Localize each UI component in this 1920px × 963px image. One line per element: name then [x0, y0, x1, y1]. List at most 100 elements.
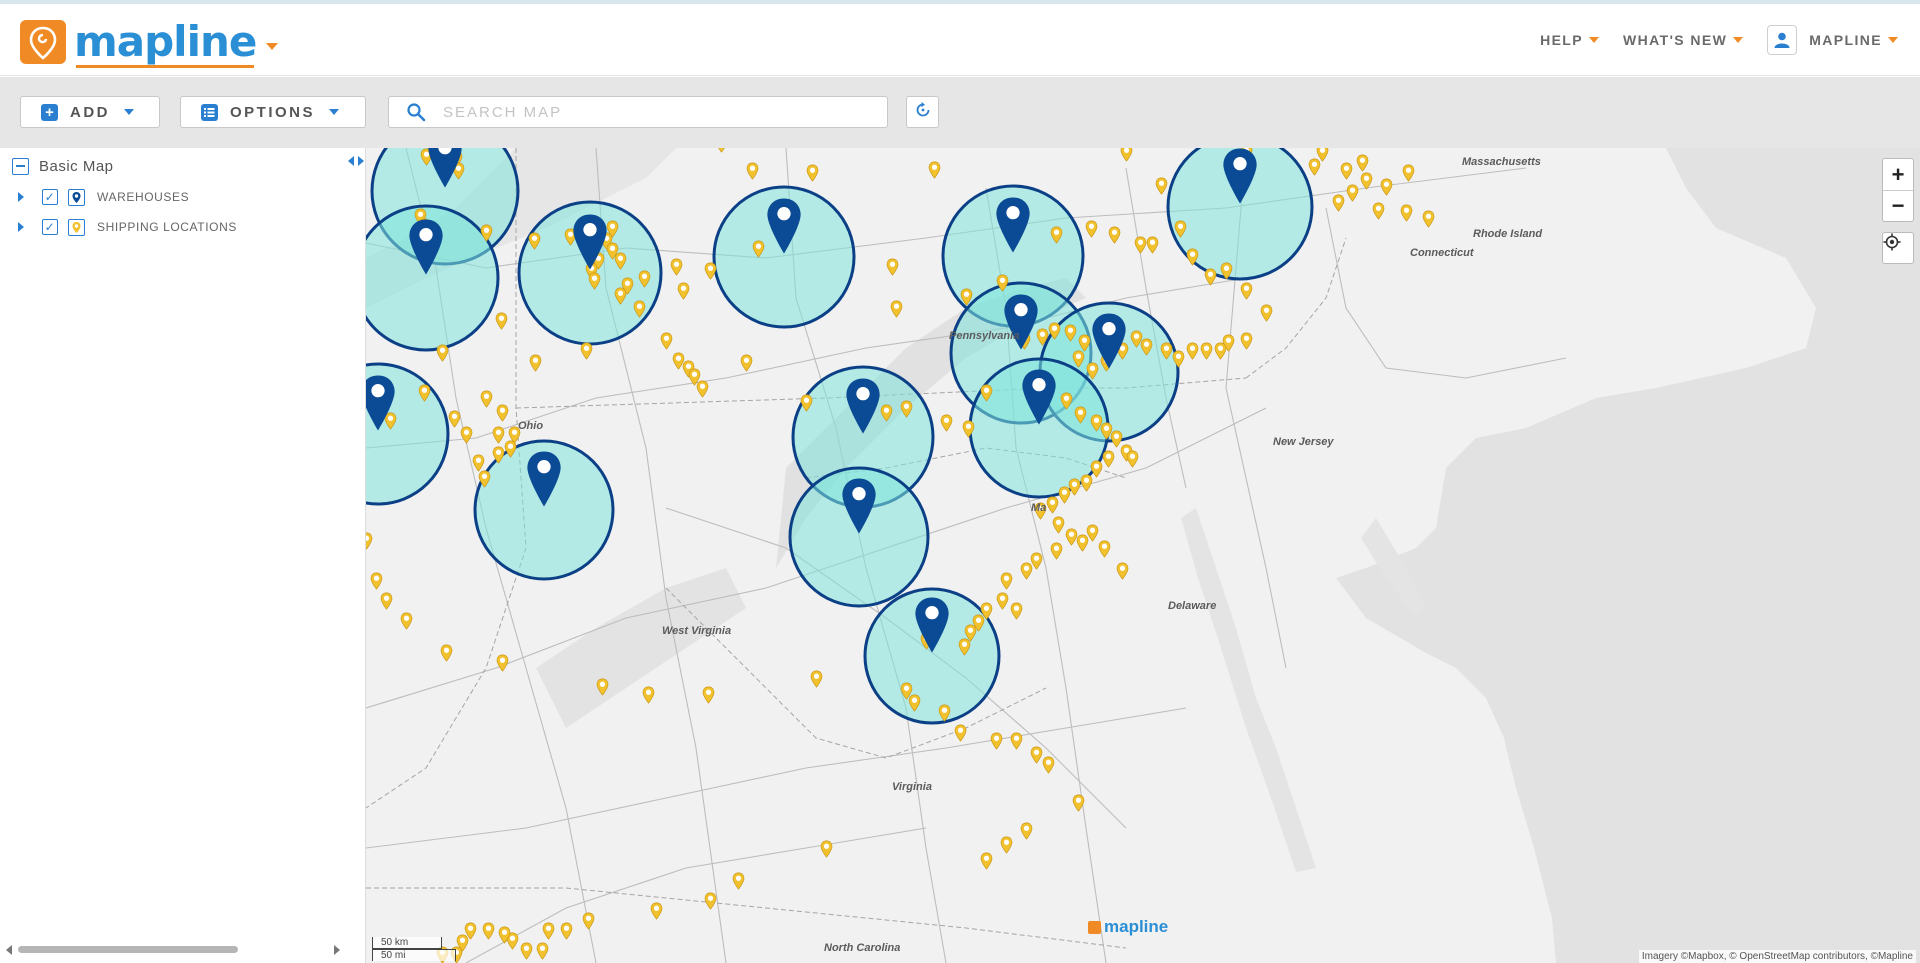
- scroll-right-icon[interactable]: [334, 945, 340, 955]
- app-logo[interactable]: mapline: [20, 17, 279, 68]
- refresh-button[interactable]: [906, 96, 939, 128]
- user-avatar-icon: [1767, 25, 1798, 55]
- shipping-location-marker-icon: [1110, 430, 1123, 448]
- zoom-control: + −: [1882, 158, 1914, 222]
- shipping-location-marker-icon: [1200, 342, 1213, 360]
- shipping-location-marker-icon: [1042, 756, 1055, 774]
- shipping-location-marker-icon: [1098, 540, 1111, 558]
- shipping-location-marker-icon: [1086, 524, 1099, 542]
- shipping-location-marker-icon: [672, 352, 685, 370]
- shipping-location-marker-icon: [650, 902, 663, 920]
- shipping-location-marker-icon: [886, 258, 899, 276]
- expand-layer-icon[interactable]: [18, 222, 24, 232]
- shipping-location-marker-icon: [1346, 184, 1359, 202]
- shipping-location-marker-icon: [704, 262, 717, 280]
- shipping-location-marker-icon: [1204, 268, 1217, 286]
- shipping-location-marker-icon: [1020, 562, 1033, 580]
- logo-wordmark: mapline: [74, 17, 257, 68]
- plus-icon: +: [41, 103, 58, 121]
- shipping-location-marker-icon: [1030, 552, 1043, 570]
- watermark-logo-icon: [1088, 920, 1101, 934]
- map-canvas[interactable]: Massachusetts Rhode Island Connecticut P…: [366, 148, 1920, 963]
- zoom-out-button[interactable]: −: [1883, 190, 1913, 221]
- whats-new-menu[interactable]: WHAT'S NEW: [1623, 24, 1744, 56]
- shipping-location-marker-icon: [980, 852, 993, 870]
- map-layer: [366, 148, 1920, 963]
- road-line: [366, 707, 1187, 849]
- expand-layer-icon[interactable]: [18, 192, 24, 202]
- shipping-location-marker-icon: [1072, 794, 1085, 812]
- add-button[interactable]: + ADD: [20, 96, 160, 128]
- shipping-location-marker-icon: [366, 532, 373, 550]
- label-delaware: Delaware: [1168, 600, 1217, 612]
- layers-panel: Basic Map ✓ WAREHOUSES ✓ SHIPPING LOCATI…: [0, 148, 380, 963]
- shipping-location-marker-icon: [1102, 450, 1115, 468]
- chevron-down-icon: [1589, 37, 1600, 43]
- shipping-location-marker-icon: [990, 732, 1003, 750]
- search-input[interactable]: [443, 98, 887, 126]
- shipping-location-marker-icon: [1030, 746, 1043, 764]
- map-tree-root[interactable]: Basic Map: [12, 158, 114, 175]
- shipping-location-marker-icon: [1360, 172, 1373, 190]
- shipping-location-marker-icon: [1126, 450, 1139, 468]
- shipping-location-marker-icon: [670, 258, 683, 276]
- scroll-left-icon[interactable]: [6, 945, 12, 955]
- shipping-location-marker-icon: [642, 686, 655, 704]
- map-attribution[interactable]: Imagery ©Mapbox, © OpenStreetMap contrib…: [1638, 950, 1916, 963]
- logo-menu-caret-icon[interactable]: [266, 42, 279, 50]
- layer-visibility-checkbox[interactable]: ✓: [42, 219, 58, 235]
- shipping-location-marker-icon: [495, 312, 508, 330]
- shipping-location-marker-icon: [806, 164, 819, 182]
- options-button-label: OPTIONS: [230, 103, 316, 121]
- shipping-location-marker-icon: [1065, 528, 1078, 546]
- search-icon: [389, 102, 443, 122]
- shipping-location-marker-icon: [1010, 732, 1023, 750]
- shipping-location-marker-icon: [660, 332, 673, 350]
- scrollbar-thumb[interactable]: [18, 946, 238, 953]
- scale-km: 50 km: [372, 937, 442, 949]
- map-toolbar: + ADD OPTIONS: [0, 77, 1920, 148]
- shipping-location-marker-icon: [1120, 148, 1133, 162]
- shipping-location-marker-icon: [370, 572, 383, 590]
- shipping-location-marker-icon: [440, 644, 453, 662]
- shipping-location-marker-icon: [1050, 542, 1063, 560]
- shipping-location-marker-icon: [928, 161, 941, 179]
- label-virginia: Virginia: [892, 781, 932, 793]
- shipping-location-marker-icon: [1068, 478, 1081, 496]
- shipping-location-marker-icon: [746, 162, 759, 180]
- watermark-text: mapline: [1104, 917, 1169, 936]
- layer-row-warehouses[interactable]: ✓ WAREHOUSES: [18, 187, 189, 207]
- layer-label: SHIPPING LOCATIONS: [97, 220, 237, 234]
- map-watermark: mapline: [1088, 917, 1168, 937]
- shipping-location-marker-icon: [715, 148, 728, 153]
- shipping-location-marker-icon: [996, 592, 1009, 610]
- shipping-location-marker-icon: [582, 912, 595, 930]
- shipping-location-marker-icon: [536, 942, 549, 960]
- label-north-carolina: North Carolina: [824, 942, 901, 954]
- layer-row-shipping-locations[interactable]: ✓ SHIPPING LOCATIONS: [18, 217, 237, 237]
- shipping-location-marker-icon: [542, 922, 555, 940]
- shipping-location-marker-icon: [480, 390, 493, 408]
- help-menu[interactable]: HELP: [1540, 24, 1600, 56]
- shipping-location-marker-icon: [696, 380, 709, 398]
- caret-right-icon: [358, 156, 364, 166]
- shipping-pin-icon: [68, 218, 85, 236]
- shipping-location-marker-icon: [954, 724, 967, 742]
- account-menu[interactable]: MAPLINE: [1767, 24, 1898, 56]
- locate-me-button[interactable]: [1882, 232, 1914, 264]
- collapse-tree-icon[interactable]: [12, 158, 29, 175]
- layer-visibility-checkbox[interactable]: ✓: [42, 189, 58, 205]
- shipping-location-marker-icon: [1116, 562, 1129, 580]
- zoom-in-button[interactable]: +: [1883, 159, 1913, 190]
- options-button[interactable]: OPTIONS: [180, 96, 366, 128]
- shipping-location-marker-icon: [1076, 534, 1089, 552]
- panel-horizontal-scrollbar[interactable]: [0, 942, 346, 956]
- shipping-location-marker-icon: [436, 344, 449, 362]
- label-maryland: Ma: [1031, 502, 1047, 514]
- chevron-down-icon: [1733, 37, 1744, 43]
- shipping-location-marker-icon: [677, 282, 690, 300]
- search-box: [388, 96, 888, 128]
- scale-mi: 50 mi: [372, 949, 456, 961]
- chesapeake-bay: [1181, 508, 1316, 872]
- shipping-location-marker-icon: [560, 922, 573, 940]
